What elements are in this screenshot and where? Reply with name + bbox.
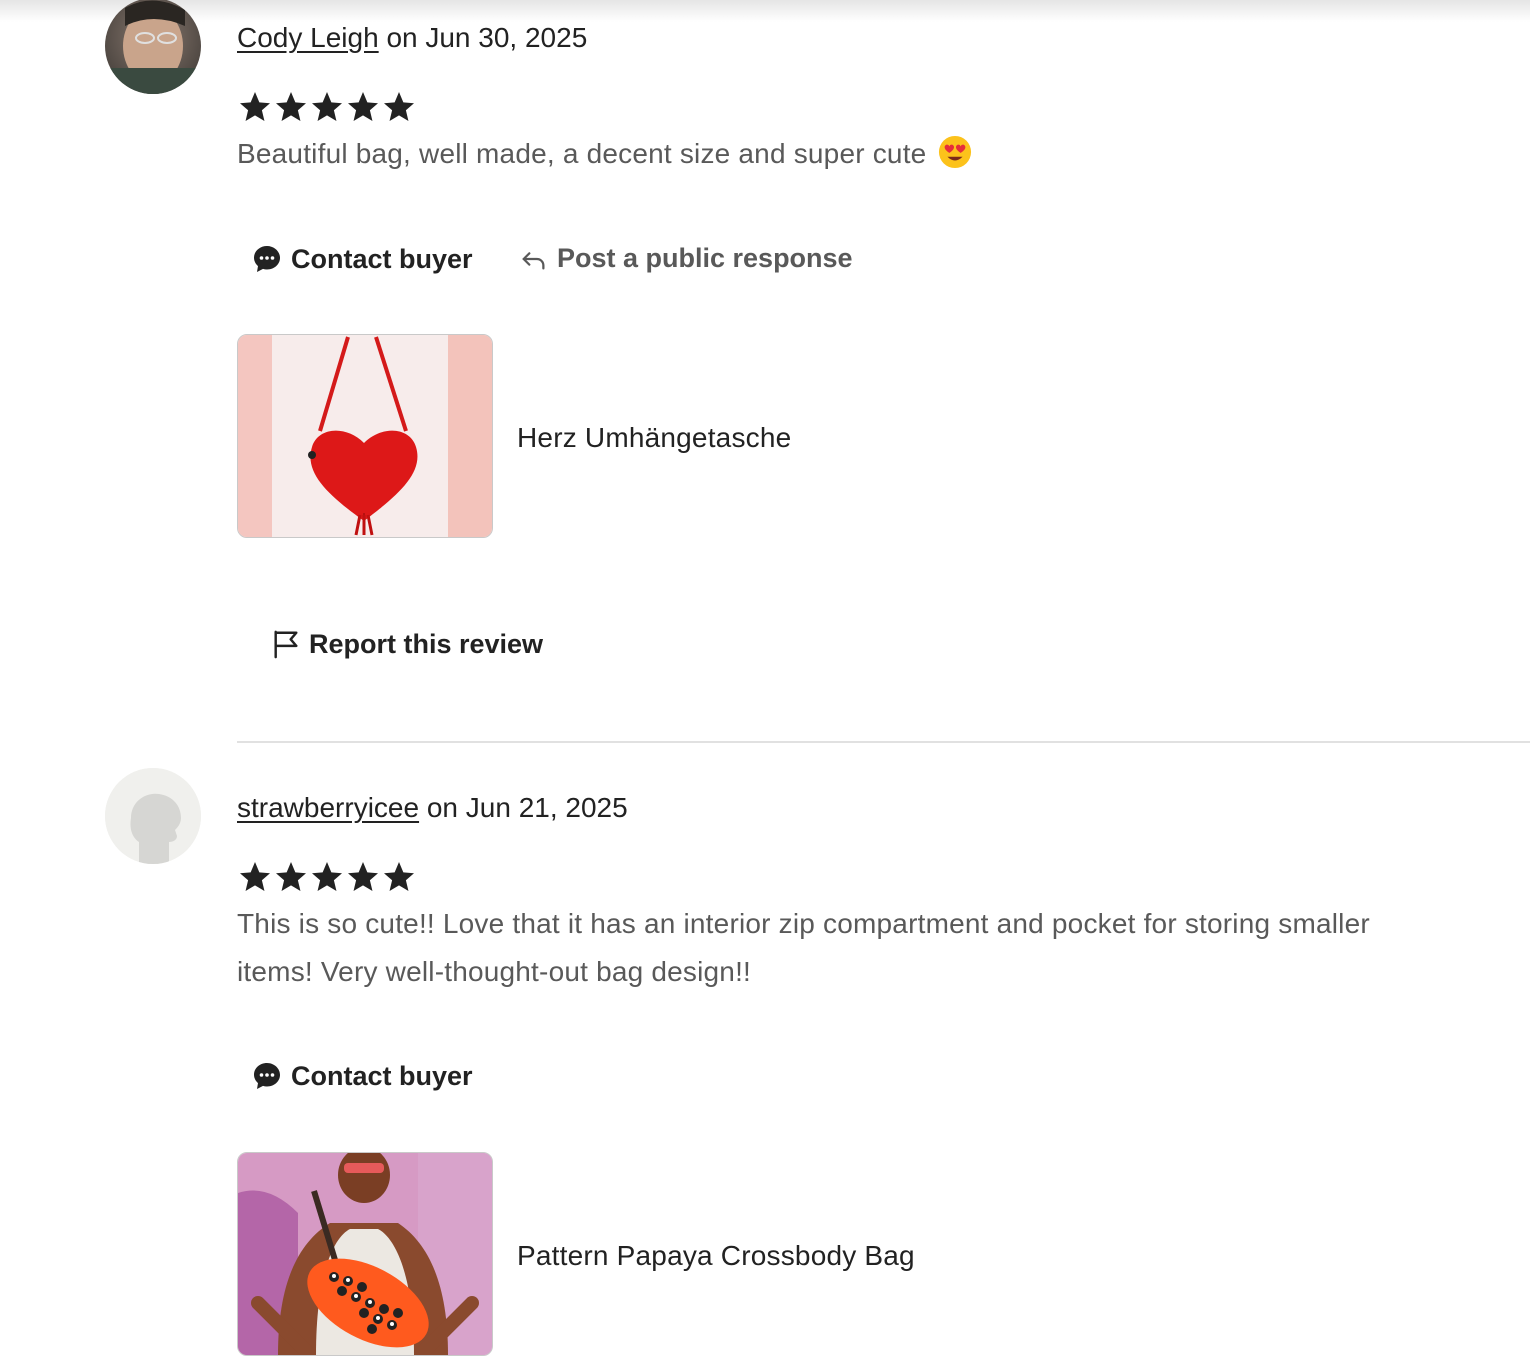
reviewer-name-link[interactable]: strawberryicee (237, 792, 419, 823)
flag-icon (274, 630, 298, 659)
star-icon (384, 862, 414, 891)
review-header: Cody Leigh on Jun 30, 2025 (237, 22, 587, 54)
star-icon (240, 862, 270, 891)
star-icon (240, 92, 270, 121)
contact-buyer-label: Contact buyer (291, 1060, 473, 1091)
review-header: strawberryicee on Jun 21, 2025 (237, 792, 628, 824)
star-icon (312, 92, 342, 121)
review-item: strawberryicee on Jun 21, 2025 This is s… (0, 744, 1530, 1372)
avatar[interactable] (105, 0, 201, 94)
item-thumbnail[interactable] (237, 1152, 493, 1356)
review-date: on Jun 21, 2025 (426, 792, 628, 823)
review-text: This is so cute!! Love that it has an in… (237, 900, 1397, 996)
star-icon (348, 862, 378, 891)
review-divider (237, 741, 1530, 743)
item-thumbnail[interactable] (237, 334, 493, 538)
review-item: Cody Leigh on Jun 30, 2025 Beautiful bag… (0, 0, 1530, 740)
review-text: Beautiful bag, well made, a decent size … (237, 130, 1397, 178)
contact-buyer-label: Contact buyer (291, 243, 473, 274)
heart-eyes-emoji-icon (939, 135, 972, 169)
contact-buyer-button[interactable]: Contact buyer (251, 243, 473, 275)
review-body: Beautiful bag, well made, a decent size … (237, 138, 927, 169)
item-name[interactable]: Pattern Papaya Crossbody Bag (517, 1240, 915, 1272)
chat-bubble-icon (254, 246, 280, 272)
avatar[interactable] (105, 768, 201, 864)
star-icon (276, 92, 306, 121)
report-review-button[interactable]: Report this review (271, 627, 543, 661)
star-icon (276, 862, 306, 891)
contact-buyer-button[interactable]: Contact buyer (251, 1060, 473, 1092)
review-body: This is so cute!! Love that it has an in… (237, 908, 1370, 987)
chat-bubble-icon (254, 1063, 280, 1089)
reviewer-name-link[interactable]: Cody Leigh (237, 22, 379, 53)
star-rating (237, 89, 417, 129)
star-icon (312, 862, 342, 891)
item-name[interactable]: Herz Umhängetasche (517, 422, 791, 454)
star-icon (384, 92, 414, 121)
review-date: on Jun 30, 2025 (386, 22, 588, 53)
reply-arrow-icon (522, 251, 545, 269)
post-public-response-label: Post a public response (557, 243, 853, 273)
report-review-label: Report this review (309, 628, 544, 659)
post-public-response-button[interactable]: Post a public response (519, 243, 853, 274)
star-icon (348, 92, 378, 121)
star-rating (237, 859, 417, 899)
